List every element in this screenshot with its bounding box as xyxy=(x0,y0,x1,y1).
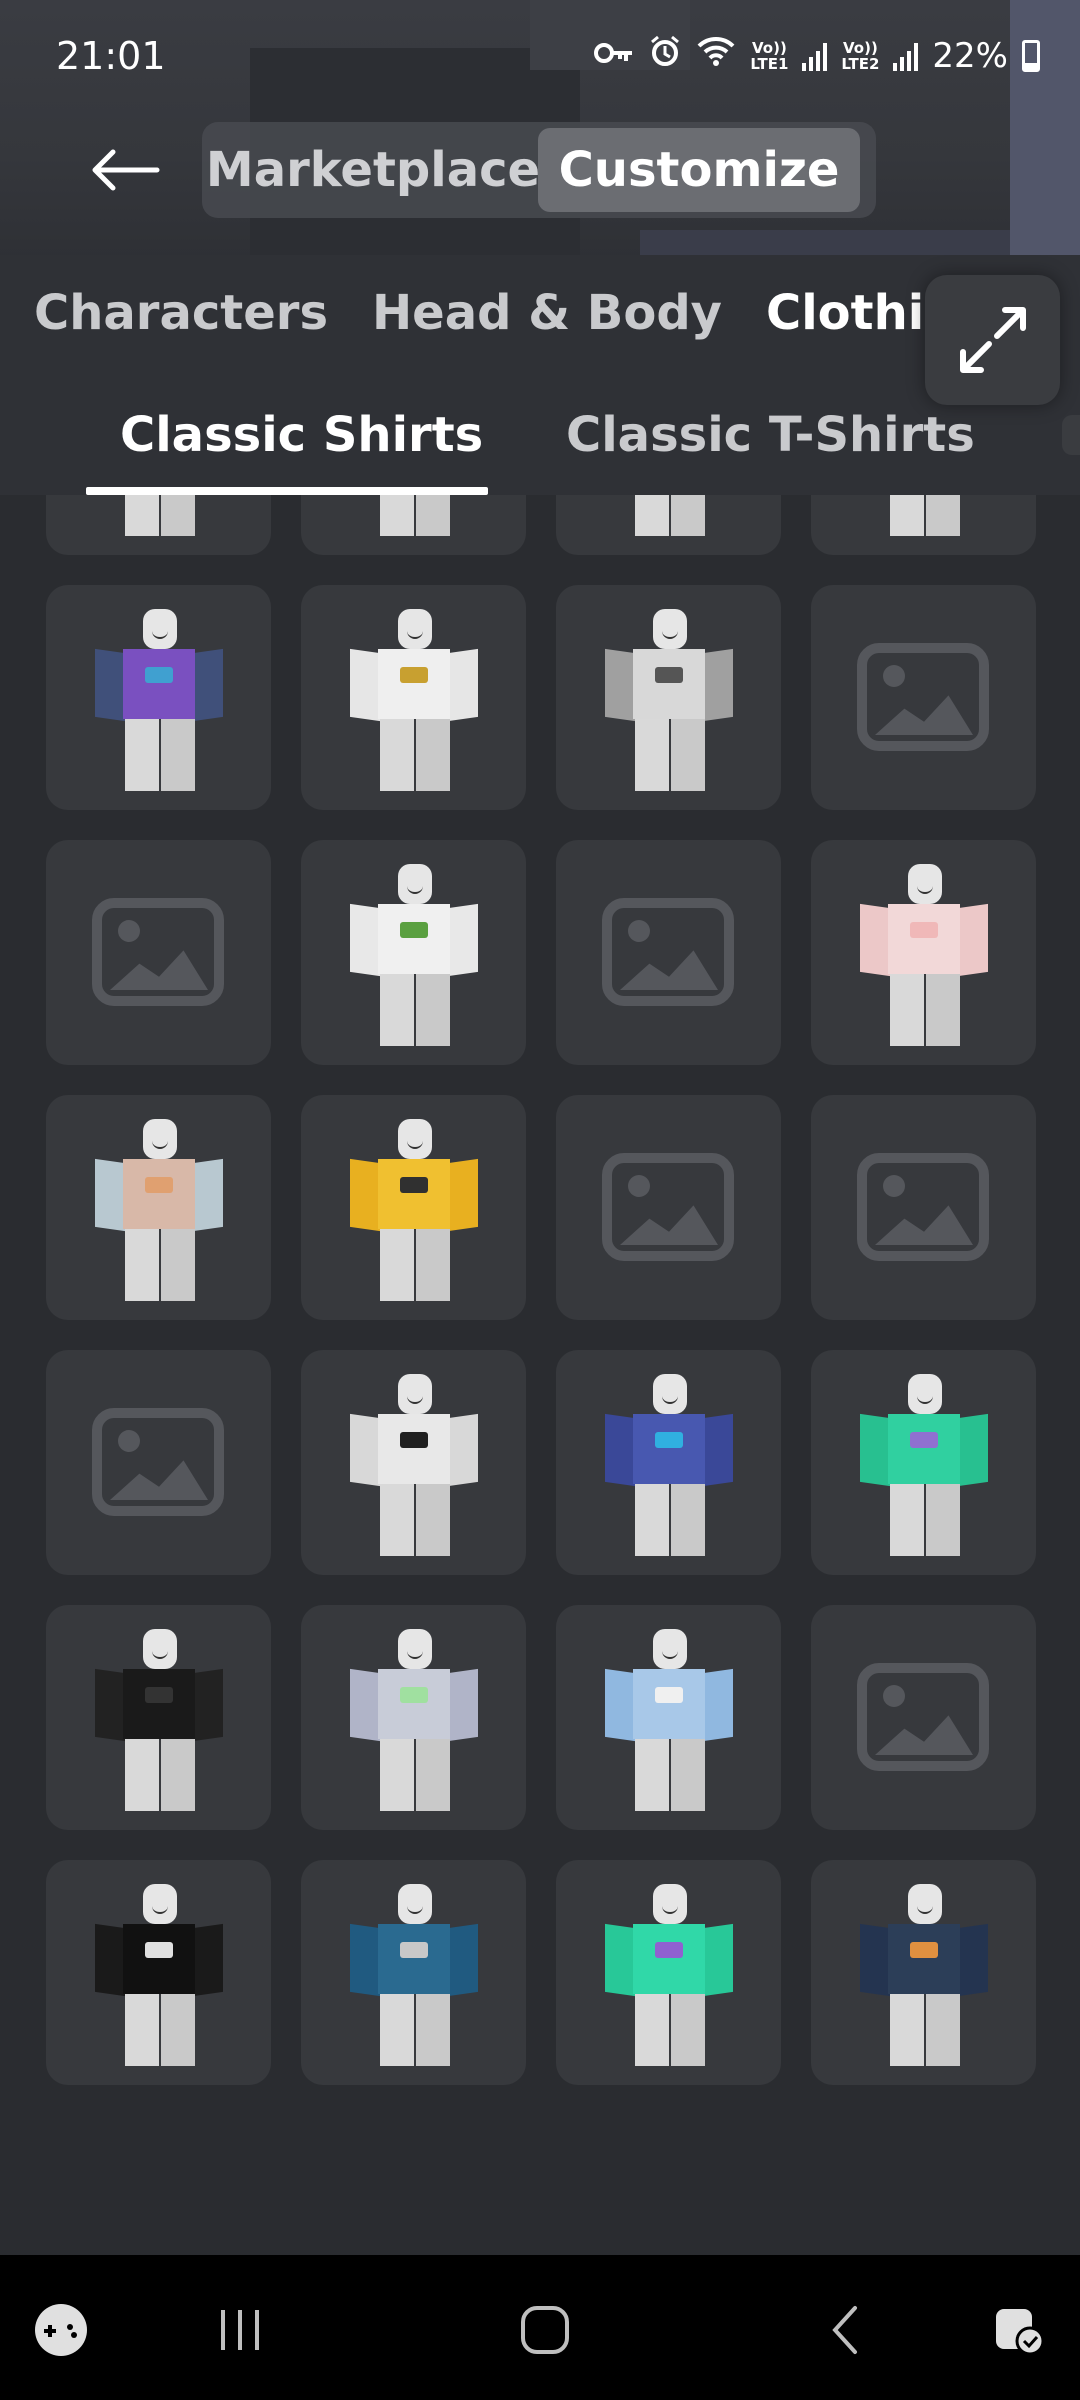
mode-switcher: Marketplace Customize xyxy=(202,122,876,218)
battery-icon xyxy=(1022,39,1040,72)
category-clothing[interactable]: Clothi xyxy=(766,285,924,341)
assistant-button[interactable] xyxy=(984,2295,1054,2365)
item-tile-placeholder[interactable] xyxy=(811,1605,1036,1830)
category-characters[interactable]: Characters xyxy=(34,285,328,341)
item-tile-shirt[interactable] xyxy=(46,1095,271,1320)
avatar-shirt-preview xyxy=(89,1119,229,1309)
image-placeholder-icon xyxy=(92,898,224,1006)
avatar-shirt-preview xyxy=(854,864,994,1054)
back-icon xyxy=(832,2306,857,2354)
category-head-body[interactable]: Head & Body xyxy=(372,285,722,341)
signal-strength-2-icon xyxy=(893,41,919,71)
subcategory-classic-tshirts[interactable]: Classic T-Shirts xyxy=(566,407,975,463)
image-placeholder-icon xyxy=(857,1663,989,1771)
avatar-shirt-preview xyxy=(344,609,484,799)
system-navigation-bar xyxy=(0,2255,1080,2400)
avatar-shirt-preview xyxy=(854,1374,994,1564)
item-tile-shirt[interactable] xyxy=(46,1860,271,2085)
item-tile-shirt[interactable] xyxy=(301,840,526,1065)
image-placeholder-icon xyxy=(602,898,734,1006)
status-time: 21:01 xyxy=(56,34,166,78)
item-tile-shirt[interactable] xyxy=(811,840,1036,1065)
avatar-shirt-preview xyxy=(854,495,994,544)
avatar-shirt-preview xyxy=(854,1884,994,2074)
tab-marketplace[interactable]: Marketplace xyxy=(206,128,540,212)
arrow-left-icon xyxy=(92,149,160,191)
item-tile-shirt[interactable] xyxy=(556,1860,781,2085)
avatar-shirt-preview xyxy=(344,1374,484,1564)
game-launcher-button[interactable] xyxy=(26,2295,96,2365)
volte-lte1-indicator: Vo)) LTE1 xyxy=(750,38,789,73)
avatar-shirt-preview xyxy=(344,864,484,1054)
item-tile-shirt[interactable] xyxy=(301,1860,526,2085)
wifi-icon xyxy=(696,35,736,76)
item-tile-shirt[interactable] xyxy=(301,495,526,555)
item-tile-shirt[interactable] xyxy=(46,1605,271,1830)
subcategory-classic-shirts[interactable]: Classic Shirts xyxy=(120,407,483,463)
back-button[interactable] xyxy=(80,130,170,210)
avatar-shirt-preview xyxy=(599,609,739,799)
back-nav-button[interactable] xyxy=(810,2295,880,2365)
avatar-shirt-preview xyxy=(599,495,739,544)
alarm-icon xyxy=(648,34,682,77)
item-tile-placeholder[interactable] xyxy=(46,1350,271,1575)
image-placeholder-icon xyxy=(602,1153,734,1261)
item-tile-shirt[interactable] xyxy=(301,1095,526,1320)
item-tile-shirt[interactable] xyxy=(811,495,1036,555)
item-tile-shirt[interactable] xyxy=(301,1605,526,1830)
recent-apps-icon xyxy=(221,2310,259,2350)
game-controller-icon xyxy=(35,2304,87,2356)
vpn-key-icon xyxy=(594,36,634,76)
battery-percent: 22% xyxy=(932,35,1008,76)
image-placeholder-icon xyxy=(857,643,989,751)
avatar-shirt-preview xyxy=(344,1629,484,1819)
subcategory-tabs: Classic Shirts Classic T-Shirts xyxy=(0,375,1080,495)
item-tile-shirt[interactable] xyxy=(556,1605,781,1830)
item-tile-shirt[interactable] xyxy=(46,495,271,555)
volte-lte2-indicator: Vo)) LTE2 xyxy=(841,38,880,73)
expand-arrows-icon xyxy=(959,307,1026,373)
signal-strength-1-icon xyxy=(802,41,828,71)
item-tile-placeholder[interactable] xyxy=(811,1095,1036,1320)
item-tile-shirt[interactable] xyxy=(301,1350,526,1575)
home-button[interactable] xyxy=(500,2295,590,2365)
avatar-shirt-preview xyxy=(599,1884,739,2074)
item-tile-shirt[interactable] xyxy=(556,495,781,555)
avatar-shirt-preview xyxy=(89,1629,229,1819)
avatar-shirt-preview xyxy=(89,495,229,544)
item-tile-shirt[interactable] xyxy=(811,1350,1036,1575)
clothing-item-grid xyxy=(0,495,1080,2255)
item-tile-placeholder[interactable] xyxy=(811,585,1036,810)
image-placeholder-icon xyxy=(92,1408,224,1516)
item-tile-shirt[interactable] xyxy=(556,1350,781,1575)
recent-apps-button[interactable] xyxy=(200,2295,280,2365)
active-tab-indicator xyxy=(86,487,488,495)
item-tile-placeholder[interactable] xyxy=(556,840,781,1065)
item-tile-shirt[interactable] xyxy=(556,585,781,810)
assistant-icon xyxy=(996,2309,1045,2356)
avatar-shirt-preview xyxy=(89,609,229,799)
item-tile-shirt[interactable] xyxy=(811,1860,1036,2085)
expand-view-button[interactable] xyxy=(925,275,1060,405)
item-tile-placeholder[interactable] xyxy=(46,840,271,1065)
status-bar: 21:01 Vo)) LTE1 Vo)) LTE2 22% xyxy=(0,0,1080,120)
avatar-shirt-preview xyxy=(599,1629,739,1819)
category-tabs: Characters Head & Body Clothi xyxy=(0,255,1080,375)
home-icon xyxy=(521,2306,569,2354)
avatar-shirt-preview xyxy=(344,1119,484,1309)
avatar-shirt-preview xyxy=(89,1884,229,2074)
avatar-shirt-preview xyxy=(344,1884,484,2074)
image-placeholder-icon xyxy=(857,1153,989,1261)
item-tile-shirt[interactable] xyxy=(301,585,526,810)
item-tile-shirt[interactable] xyxy=(46,585,271,810)
avatar-shirt-preview xyxy=(599,1374,739,1564)
tab-customize[interactable]: Customize xyxy=(538,128,860,212)
item-tile-placeholder[interactable] xyxy=(556,1095,781,1320)
avatar-shirt-preview xyxy=(344,495,484,544)
next-tab-edge xyxy=(1062,415,1080,455)
